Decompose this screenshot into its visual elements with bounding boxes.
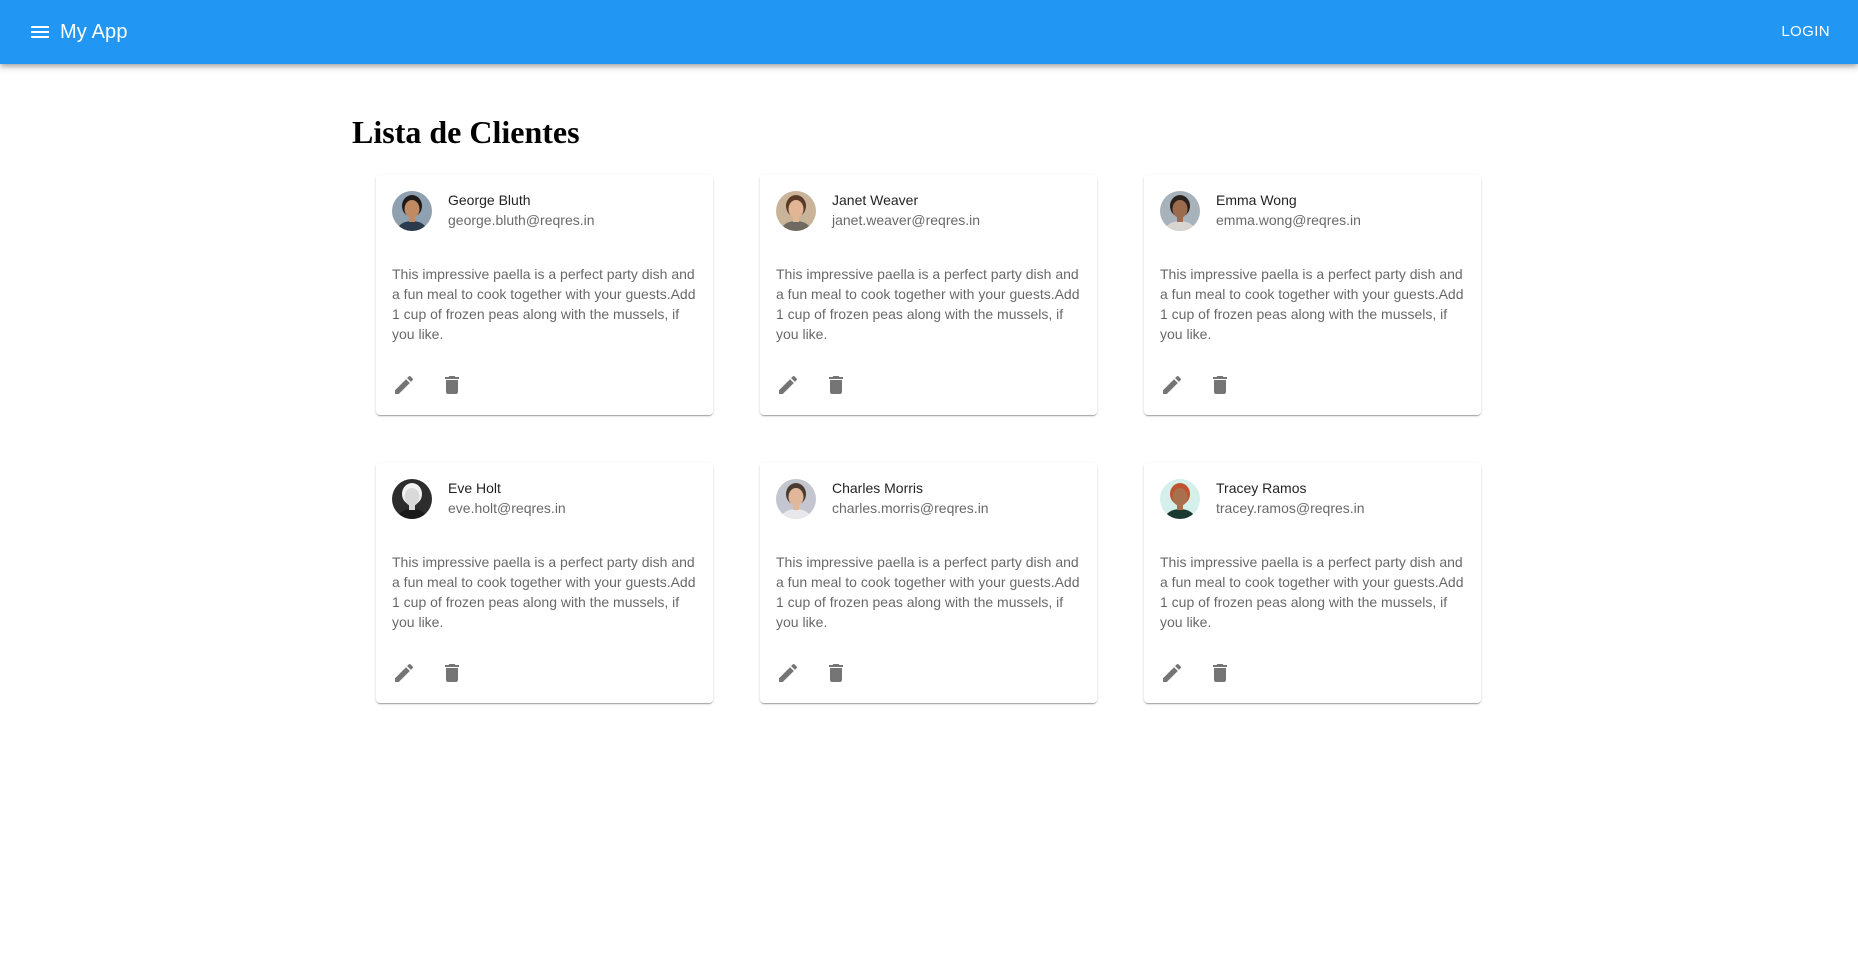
avatar bbox=[1160, 479, 1200, 519]
client-email: tracey.ramos@reqres.in bbox=[1216, 500, 1365, 516]
client-card: George Bluth george.bluth@reqres.in This… bbox=[376, 175, 713, 415]
trash-icon bbox=[445, 664, 459, 682]
edit-button[interactable] bbox=[390, 659, 418, 687]
delete-button[interactable] bbox=[438, 371, 466, 399]
avatar bbox=[392, 191, 432, 231]
avatar bbox=[776, 191, 816, 231]
pencil-icon bbox=[1163, 375, 1182, 394]
client-name: Charles Morris bbox=[832, 480, 924, 496]
client-card: Janet Weaver janet.weaver@reqres.in This… bbox=[760, 175, 1097, 415]
edit-button[interactable] bbox=[774, 659, 802, 687]
menu-icon bbox=[31, 26, 49, 38]
trash-icon bbox=[1213, 664, 1227, 682]
client-description: This impressive paella is a perfect part… bbox=[392, 266, 696, 342]
client-email: eve.holt@reqres.in bbox=[448, 500, 566, 516]
client-card: Tracey Ramos tracey.ramos@reqres.in This… bbox=[1144, 463, 1481, 703]
app-title: My App bbox=[60, 21, 128, 43]
client-description: This impressive paella is a perfect part… bbox=[1160, 266, 1464, 342]
avatar bbox=[392, 479, 432, 519]
delete-button[interactable] bbox=[822, 371, 850, 399]
avatar bbox=[1160, 191, 1200, 231]
client-description: This impressive paella is a perfect part… bbox=[1160, 554, 1464, 630]
menu-button[interactable] bbox=[24, 16, 56, 48]
client-email: janet.weaver@reqres.in bbox=[832, 212, 981, 228]
app-bar: My App LOGIN bbox=[0, 0, 1858, 64]
client-card: Charles Morris charles.morris@reqres.in … bbox=[760, 463, 1097, 703]
page-title: Lista de Clientes bbox=[352, 114, 580, 150]
delete-button[interactable] bbox=[822, 659, 850, 687]
edit-button[interactable] bbox=[1158, 371, 1186, 399]
edit-button[interactable] bbox=[774, 371, 802, 399]
trash-icon bbox=[445, 376, 459, 394]
client-card: Eve Holt eve.holt@reqres.in This impress… bbox=[376, 463, 713, 703]
delete-button[interactable] bbox=[1206, 371, 1234, 399]
client-description: This impressive paella is a perfect part… bbox=[776, 266, 1080, 342]
client-card-grid: George Bluth george.bluth@reqres.in This… bbox=[376, 175, 1482, 703]
client-card: Emma Wong emma.wong@reqres.in This impre… bbox=[1144, 175, 1481, 415]
avatar bbox=[776, 479, 816, 519]
client-email: charles.morris@reqres.in bbox=[832, 500, 989, 516]
pencil-icon bbox=[1163, 663, 1182, 682]
client-email: emma.wong@reqres.in bbox=[1216, 212, 1361, 228]
pencil-icon bbox=[395, 375, 414, 394]
client-email: george.bluth@reqres.in bbox=[448, 212, 595, 228]
client-name: Janet Weaver bbox=[832, 192, 919, 208]
delete-button[interactable] bbox=[1206, 659, 1234, 687]
client-name: Tracey Ramos bbox=[1216, 480, 1307, 496]
pencil-icon bbox=[779, 663, 798, 682]
delete-button[interactable] bbox=[438, 659, 466, 687]
edit-button[interactable] bbox=[390, 371, 418, 399]
edit-button[interactable] bbox=[1158, 659, 1186, 687]
client-name: Emma Wong bbox=[1216, 192, 1297, 208]
client-description: This impressive paella is a perfect part… bbox=[776, 554, 1080, 630]
pencil-icon bbox=[395, 663, 414, 682]
client-name: Eve Holt bbox=[448, 480, 501, 496]
login-button[interactable]: LOGIN bbox=[1773, 16, 1838, 48]
client-name: George Bluth bbox=[448, 192, 531, 208]
trash-icon bbox=[1213, 376, 1227, 394]
trash-icon bbox=[829, 664, 843, 682]
pencil-icon bbox=[779, 375, 798, 394]
client-description: This impressive paella is a perfect part… bbox=[392, 554, 696, 630]
trash-icon bbox=[829, 376, 843, 394]
